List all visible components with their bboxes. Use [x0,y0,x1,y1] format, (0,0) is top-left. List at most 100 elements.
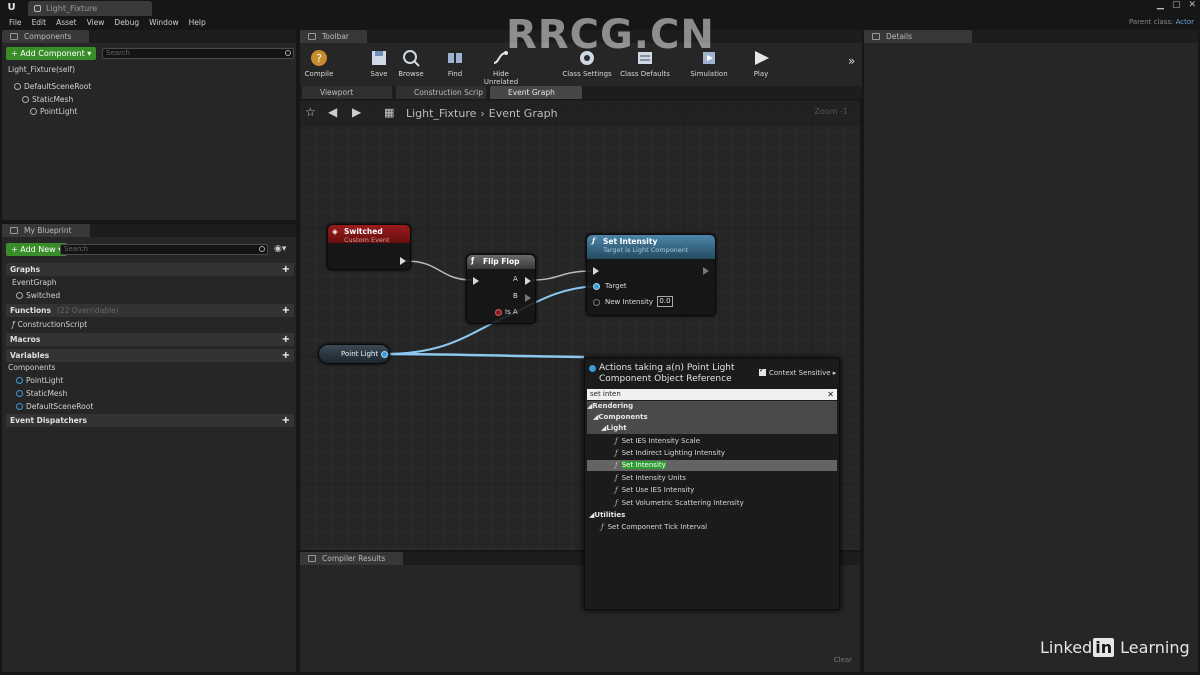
flipflop-node[interactable]: ƒ Flip Flop A B Is A [466,254,536,324]
tab-construction-script[interactable]: Construction Scrip [396,86,486,99]
event-icon [16,292,23,299]
section-event-dispatchers[interactable]: Event Dispatchers + [6,414,294,427]
tab-details[interactable]: Details [864,30,973,43]
parent-class-value[interactable]: Actor [1176,18,1194,26]
variable-pointlight[interactable]: PointLight [16,375,63,387]
menu-help[interactable]: Help [184,16,211,29]
variable-defaultsceneroot[interactable]: DefaultSceneRoot [16,401,93,413]
set-intensity-target-pin[interactable] [593,283,600,290]
variables-components-group[interactable]: Components [8,362,55,374]
menu-edit[interactable]: Edit [27,16,52,29]
tree-item-self[interactable]: Light_Fixture(self) [8,64,75,76]
action-set-intensity[interactable]: ƒ Set Intensity [587,460,837,471]
menu-window[interactable]: Window [144,16,184,29]
action-set-indirect-lighting-intensity[interactable]: ƒ Set Indirect Lighting Intensity [615,448,835,459]
eye-icon[interactable]: ◉▾ [274,244,286,254]
class-settings-button[interactable]: Class Settings [562,48,612,78]
tree-item-pointlight[interactable]: PointLight [30,106,77,118]
function-item-constructionscript[interactable]: ƒ ConstructionScript [12,319,87,331]
context-sensitive-checkbox[interactable]: Context Sensitive ▸ [759,366,836,377]
components-search-input[interactable]: Search [102,48,294,59]
add-graph-icon[interactable]: + [282,263,290,276]
checkbox-icon [759,366,766,376]
tab-compiler-results[interactable]: Compiler Results [300,552,404,565]
toolbar-overflow-icon[interactable]: » [848,54,855,68]
tab-my-blueprint[interactable]: My Blueprint [2,224,90,237]
browse-button[interactable]: Browse [386,48,436,78]
add-dispatcher-icon[interactable]: + [282,414,290,427]
clear-button[interactable]: Clear [834,656,852,664]
hide-unrelated-button[interactable]: Hide Unrelated [476,48,526,86]
add-macro-icon[interactable]: + [282,333,290,346]
graph-item-switched[interactable]: Switched [16,290,60,302]
tab-components[interactable]: Components [2,30,90,43]
flipflop-a-pin[interactable] [525,277,531,285]
menu-file[interactable]: File [4,16,27,29]
tab-viewport-label: Viewport [320,88,354,97]
pointlight-getter-node[interactable]: Point Light [318,344,390,364]
add-new-button[interactable]: + Add New ▾ [6,243,68,256]
add-variable-icon[interactable]: + [282,349,290,362]
class-defaults-button[interactable]: Class Defaults [620,48,670,78]
tree-item-defaultsceneroot[interactable]: DefaultSceneRoot [14,81,91,93]
close-icon[interactable]: ✕ [1188,0,1196,10]
tab-event-graph[interactable]: Event Graph [490,86,582,99]
add-function-icon[interactable]: + [282,304,290,317]
flipflop-b-pin[interactable] [525,294,531,302]
tree-item-staticmesh[interactable]: StaticMesh [22,94,73,106]
tree-item-defaultsceneroot-label: DefaultSceneRoot [24,82,92,91]
section-macros[interactable]: Macros + [6,333,294,346]
set-intensity-exec-out-pin[interactable] [703,267,709,275]
action-search-input[interactable]: set inten ✕ [587,389,837,400]
section-variables[interactable]: Variables + [6,349,294,362]
my-blueprint-search-input[interactable]: Search [60,244,268,255]
tab-details-label: Details [886,32,913,41]
menu-asset[interactable]: Asset [51,16,82,29]
flipflop-isa-pin[interactable] [495,309,502,316]
variable-staticmesh[interactable]: StaticMesh [16,388,67,400]
pointlight-output-pin[interactable] [381,351,388,358]
section-functions[interactable]: Functions (22 Overridable) + [6,304,294,317]
switched-event-node[interactable]: ◈ Switched Custom Event [327,224,411,270]
set-intensity-exec-in-pin[interactable] [593,267,599,275]
set-intensity-node[interactable]: ƒ Set Intensity Target is Light Componen… [586,234,716,316]
switched-exec-out-pin[interactable] [400,257,406,265]
find-button[interactable]: Find [430,48,480,78]
document-tab[interactable]: Light_Fixture [28,1,152,16]
category-components[interactable]: ◢Components [587,412,837,423]
context-menu-title: Actions taking a(n) Point Light Componen… [599,363,735,384]
section-graphs[interactable]: Graphs + [6,263,294,276]
menu-view[interactable]: View [82,16,110,29]
action-set-ies-intensity-scale[interactable]: ƒ Set IES Intensity Scale [615,436,835,447]
minimize-icon[interactable]: ▁ [1157,0,1164,10]
action-set-intensity-units[interactable]: ƒ Set Intensity Units [615,473,835,484]
set-intensity-new-label: New Intensity [605,298,653,306]
add-component-button[interactable]: + Add Component ▾ [6,47,97,60]
flipflop-isa-label: Is A [505,308,518,316]
maximize-icon[interactable]: ▢ [1172,0,1181,10]
find-icon [448,53,462,63]
category-light[interactable]: ◢Light [587,423,837,434]
action-set-volumetric-scattering-intensity[interactable]: ƒ Set Volumetric Scattering Intensity [615,498,835,509]
simulation-button[interactable]: Simulation [684,48,734,78]
action-set-use-ies-intensity[interactable]: ƒ Set Use IES Intensity [615,485,835,496]
set-intensity-new-pin[interactable] [593,299,600,306]
object-reference-pin-icon [589,365,596,372]
action-set-component-tick-interval[interactable]: ƒ Set Component Tick Interval [601,522,821,533]
action-search-value: set inten [590,390,621,398]
flipflop-exec-in-pin[interactable] [473,277,479,285]
category-utilities[interactable]: ◢Utilities [589,510,809,521]
components-panel: Components + Add Component ▾ Search Ligh… [2,30,296,220]
tab-viewport[interactable]: Viewport [302,86,392,99]
my-blueprint-header: My Blueprint [2,224,296,237]
play-button[interactable]: Play [736,48,786,78]
menu-debug[interactable]: Debug [109,16,144,29]
tab-toolbar[interactable]: Toolbar [300,30,368,43]
clear-search-icon[interactable]: ✕ [827,389,834,400]
graph-item-eventgraph[interactable]: EventGraph [12,277,57,289]
section-graphs-label: Graphs [10,265,41,274]
category-rendering[interactable]: ◢Rendering [587,401,837,412]
action-label: Set Volumetric Scattering Intensity [621,499,744,507]
new-intensity-value-field[interactable]: 0.0 [657,296,673,307]
compile-button[interactable]: ? Compile [294,48,344,78]
